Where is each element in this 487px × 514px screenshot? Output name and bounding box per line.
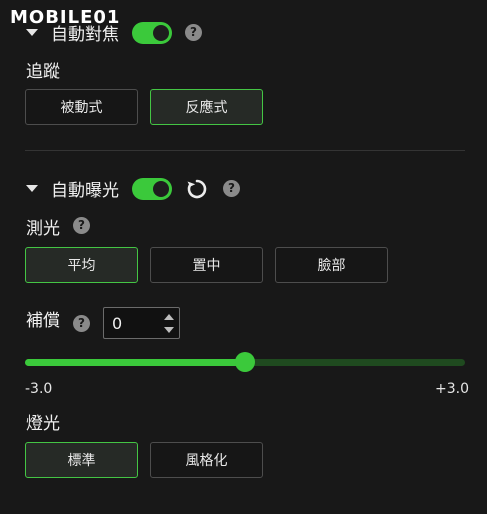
stepper-down-icon[interactable] — [164, 327, 174, 333]
lighting-standard-button[interactable]: 標準 — [25, 442, 138, 478]
help-icon[interactable]: ? — [73, 315, 90, 332]
help-icon[interactable]: ? — [185, 24, 202, 41]
metering-average-button[interactable]: 平均 — [25, 247, 138, 283]
compensation-stepper[interactable]: 0 — [103, 307, 180, 339]
toggle-knob — [153, 25, 169, 41]
section-divider — [25, 150, 465, 151]
toggle-knob — [153, 181, 169, 197]
autofocus-title: 自動對焦 — [51, 25, 119, 45]
slider-min-label: -3.0 — [25, 381, 53, 397]
autoexposure-title: 自動曝光 — [51, 181, 119, 201]
collapse-caret-icon[interactable] — [26, 29, 38, 36]
autoexposure-toggle[interactable] — [132, 178, 172, 200]
reset-icon[interactable] — [185, 177, 209, 201]
lighting-stylized-button[interactable]: 風格化 — [150, 442, 263, 478]
compensation-slider-fill — [25, 359, 245, 366]
slider-max-label: +3.0 — [435, 381, 469, 397]
tracking-label: 追蹤 — [26, 62, 60, 82]
metering-center-button[interactable]: 置中 — [150, 247, 263, 283]
autofocus-toggle[interactable] — [132, 22, 172, 44]
tracking-reactive-button[interactable]: 反應式 — [150, 89, 263, 125]
tracking-passive-button[interactable]: 被動式 — [25, 89, 138, 125]
metering-label: 測光 — [26, 219, 60, 239]
compensation-value[interactable]: 0 — [112, 314, 122, 333]
compensation-slider-thumb[interactable] — [235, 352, 255, 372]
compensation-label: 補償 — [26, 311, 60, 331]
help-icon[interactable]: ? — [73, 217, 90, 234]
help-icon[interactable]: ? — [223, 180, 240, 197]
stepper-up-icon[interactable] — [164, 314, 174, 320]
lighting-label: 燈光 — [26, 414, 60, 434]
metering-face-button[interactable]: 臉部 — [275, 247, 388, 283]
collapse-caret-icon[interactable] — [26, 185, 38, 192]
